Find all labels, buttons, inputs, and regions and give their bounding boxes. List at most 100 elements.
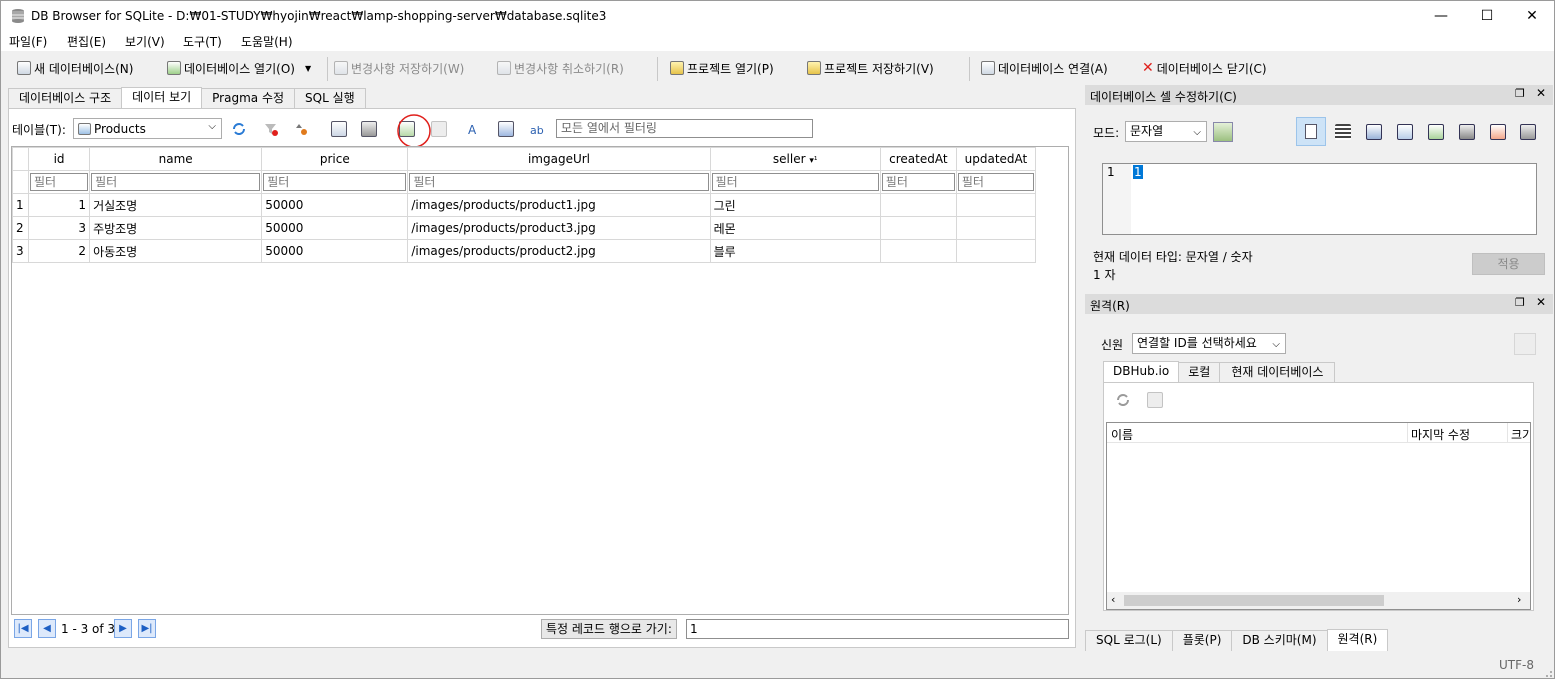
- save-project-button[interactable]: 프로젝트 저장하기(V): [807, 58, 934, 78]
- clone-database-icon[interactable]: [1146, 391, 1164, 409]
- cell-name[interactable]: 거실조명: [89, 193, 263, 217]
- delete-record-icon[interactable]: [430, 120, 448, 138]
- goto-record-input[interactable]: 1: [686, 619, 1069, 639]
- column-header-name[interactable]: name: [89, 147, 263, 171]
- column-header-createdat[interactable]: createdAt: [879, 147, 957, 171]
- minimize-button[interactable]: —: [1418, 1, 1464, 31]
- filter-input-name[interactable]: 필터: [91, 173, 261, 191]
- auto-switch-mode-icon[interactable]: [1213, 122, 1233, 142]
- menu-view[interactable]: 보기(V): [125, 33, 165, 50]
- filter-input-seller[interactable]: 필터: [711, 173, 879, 191]
- tab-db-schema[interactable]: DB 스키마(M): [1231, 630, 1328, 651]
- filter-input-createdat[interactable]: 필터: [881, 173, 955, 191]
- find-icon[interactable]: A: [466, 120, 484, 138]
- close-database-button[interactable]: ✕ 데이터베이스 닫기(C): [1142, 58, 1267, 78]
- open-dropdown-arrow-icon[interactable]: ▼: [305, 64, 311, 73]
- table-row[interactable]: 3 2 아동조명 50000 /images/products/product2…: [12, 239, 1037, 263]
- copy-icon[interactable]: [1396, 123, 1414, 141]
- print-cell-icon[interactable]: [1519, 123, 1537, 141]
- write-changes-button[interactable]: 변경사항 저장하기(W): [334, 58, 464, 78]
- cell-updatedat[interactable]: [955, 216, 1037, 240]
- cell-imgageurl[interactable]: /images/products/product3.jpg: [407, 216, 711, 240]
- revert-changes-button[interactable]: 변경사항 취소하기(R): [497, 58, 624, 78]
- row-number[interactable]: 3: [12, 239, 30, 263]
- open-database-button[interactable]: 데이터베이스 열기(O) ▼: [167, 58, 311, 78]
- cell-seller[interactable]: 블루: [709, 239, 881, 263]
- cell-createdat[interactable]: [879, 193, 957, 217]
- tab-remote[interactable]: 원격(R): [1326, 629, 1389, 651]
- previous-record-icon[interactable]: ◀: [38, 619, 56, 638]
- tab-current-database[interactable]: 현재 데이터베이스: [1219, 362, 1336, 383]
- menu-help[interactable]: 도움말(H): [241, 33, 293, 50]
- filter-input-id[interactable]: 필터: [30, 173, 89, 191]
- first-record-icon[interactable]: |◀: [14, 619, 32, 638]
- resize-grip-icon[interactable]: [1541, 666, 1553, 678]
- indent-icon[interactable]: [1334, 123, 1352, 141]
- save-table-icon[interactable]: [330, 120, 348, 138]
- word-wrap-toggle[interactable]: [1296, 117, 1326, 146]
- import-icon[interactable]: [1427, 123, 1445, 141]
- column-header-price[interactable]: price: [261, 147, 409, 171]
- cell-id[interactable]: 2: [28, 239, 91, 263]
- menu-file[interactable]: 파일(F): [9, 33, 47, 50]
- find-replace-icon[interactable]: ab: [528, 120, 546, 138]
- close-dock-icon[interactable]: ✕: [1536, 86, 1546, 100]
- tab-edit-pragmas[interactable]: Pragma 수정: [201, 88, 296, 109]
- filter-input-imgageurl[interactable]: 필터: [409, 173, 709, 191]
- mode-select[interactable]: 문자열 ⌵: [1125, 121, 1207, 142]
- close-dock-icon[interactable]: ✕: [1536, 295, 1546, 309]
- print-icon[interactable]: [360, 120, 378, 138]
- column-header-size[interactable]: 크기: [1511, 426, 1530, 443]
- filter-input-price[interactable]: 필터: [263, 173, 407, 191]
- tab-sql-log[interactable]: SQL 로그(L): [1085, 630, 1173, 651]
- cell-seller[interactable]: 레몬: [709, 216, 881, 240]
- cell-editor-text[interactable]: 1: [1133, 165, 1143, 179]
- tab-browse-data[interactable]: 데이터 보기: [121, 87, 203, 109]
- cell-price[interactable]: 50000: [261, 216, 409, 240]
- clear-sorting-icon[interactable]: [293, 120, 311, 138]
- table-row[interactable]: 2 3 주방조명 50000 /images/products/product3…: [12, 216, 1037, 240]
- remote-push-icon[interactable]: [1514, 333, 1536, 355]
- column-header-id[interactable]: id: [28, 147, 91, 171]
- cell-price[interactable]: 50000: [261, 239, 409, 263]
- column-header-name[interactable]: 이름: [1111, 426, 1133, 443]
- column-header-updatedat[interactable]: updatedAt: [955, 147, 1037, 171]
- column-header-imgageurl[interactable]: imgageUrl: [407, 147, 711, 171]
- tab-database-structure[interactable]: 데이터베이스 구조: [8, 88, 123, 109]
- goto-record-button[interactable]: 특정 레코드 행으로 가기:: [541, 619, 677, 639]
- horizontal-scrollbar[interactable]: ‹ ›: [1107, 592, 1530, 609]
- cell-imgageurl[interactable]: /images/products/product2.jpg: [407, 239, 711, 263]
- global-filter-input[interactable]: 모든 열에서 필터링: [556, 119, 813, 138]
- table-select[interactable]: Products ⌵: [73, 118, 222, 139]
- cell-seller[interactable]: 그린: [709, 193, 881, 217]
- column-header-last-modified[interactable]: 마지막 수정: [1411, 426, 1470, 443]
- tab-execute-sql[interactable]: SQL 실행: [294, 88, 366, 109]
- menu-tools[interactable]: 도구(T): [183, 33, 222, 50]
- row-number[interactable]: 2: [12, 216, 30, 240]
- cell-editor[interactable]: 1 1: [1102, 163, 1537, 235]
- cell-name[interactable]: 아동조명: [89, 239, 263, 263]
- column-header-seller[interactable]: seller ▾¹: [709, 147, 881, 171]
- filter-input-updatedat[interactable]: 필터: [957, 173, 1034, 191]
- scroll-right-icon[interactable]: ›: [1517, 593, 1521, 606]
- scroll-left-icon[interactable]: ‹: [1111, 593, 1115, 606]
- apply-button[interactable]: 적용: [1472, 253, 1545, 275]
- attach-database-button[interactable]: 데이터베이스 연결(A): [981, 58, 1108, 78]
- tab-plot[interactable]: 플롯(P): [1171, 630, 1233, 651]
- close-button[interactable]: ✕: [1509, 1, 1555, 31]
- refresh-icon[interactable]: [230, 120, 248, 138]
- last-record-icon[interactable]: ▶|: [138, 619, 156, 638]
- identity-select[interactable]: 연결할 ID를 선택하세요 ⌵: [1132, 333, 1286, 354]
- new-database-button[interactable]: 새 데이터베이스(N): [17, 58, 133, 78]
- open-project-button[interactable]: 프로젝트 열기(P): [670, 58, 774, 78]
- cell-price[interactable]: 50000: [261, 193, 409, 217]
- cell-id[interactable]: 1: [28, 193, 91, 217]
- table-row[interactable]: 1 1 거실조명 50000 /images/products/product1…: [12, 193, 1037, 217]
- scrollbar-thumb[interactable]: [1124, 595, 1384, 606]
- maximize-button[interactable]: ☐: [1464, 1, 1510, 31]
- menu-edit[interactable]: 편집(E): [67, 33, 106, 50]
- cell-createdat[interactable]: [879, 239, 957, 263]
- clear-filters-icon[interactable]: [262, 120, 280, 138]
- cell-updatedat[interactable]: [955, 239, 1037, 263]
- cell-id[interactable]: 3: [28, 216, 91, 240]
